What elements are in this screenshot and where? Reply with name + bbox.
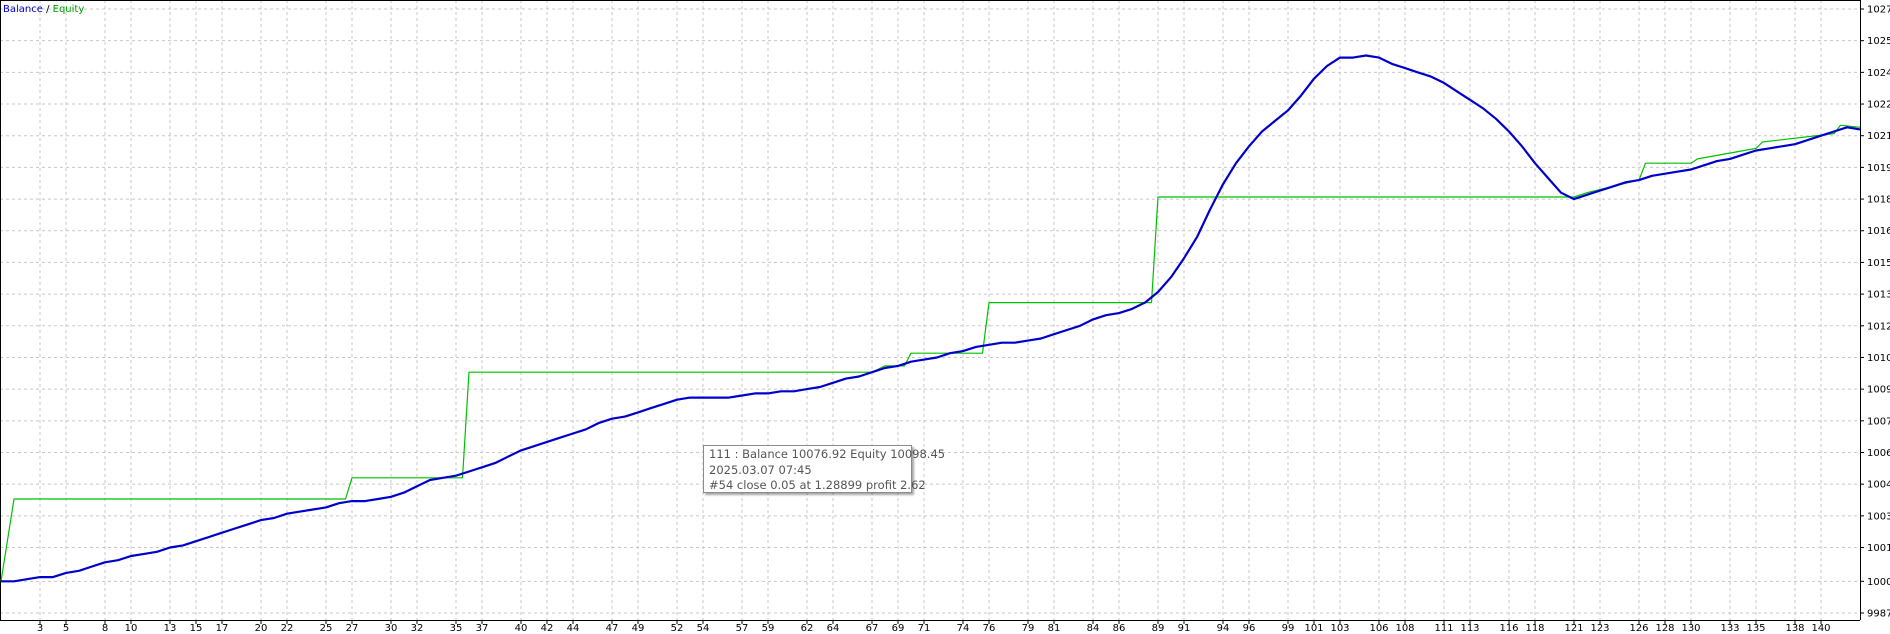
x-tick-label: 67 [866,623,879,634]
x-tick-label: 103 [1330,623,1349,634]
x-tick-label: 35 [450,623,463,634]
y-tick-label: 10078 [1867,416,1890,427]
y-tick-label: 10018 [1867,543,1890,554]
y-tick-label: 10153 [1867,258,1890,269]
x-tick-label: 74 [957,623,970,634]
x-tick-label: 126 [1629,623,1648,634]
legend-separator: / [42,4,53,15]
y-tick-label: 10093 [1867,385,1890,396]
x-tick-label: 138 [1785,623,1804,634]
x-tick-label: 52 [671,623,684,634]
x-tick-label: 81 [1048,623,1061,634]
legend-equity: Equity [52,4,85,15]
trade-tooltip: 111 : Balance 10076.92 Equity 10098.45 2… [703,445,946,493]
x-tick-label: 123 [1590,623,1609,634]
x-tick-label: 59 [762,623,775,634]
y-tick-label: 10033 [1867,511,1890,522]
x-axis-ticks: 3 5 8 10 13 15 17 20 22 25 27 30 32 35 37 40 42 44 47 49 52 5… [37,620,1831,634]
x-tick-label: 71 [918,623,931,634]
equity-chart: 1027310258102431022810213101981018310168… [0,0,1890,634]
x-tick-label: 15 [190,623,203,634]
x-tick-label: 89 [1152,623,1165,634]
x-tick-label: 116 [1499,623,1518,634]
x-tick-label: 140 [1811,623,1830,634]
x-tick-label: 27 [346,623,359,634]
x-tick-label: 108 [1395,623,1414,634]
equity-series-line [0,124,1861,582]
grid [0,0,1860,620]
y-tick-label: 10048 [1867,480,1890,491]
chart-legend: Balance / Equity [3,4,84,15]
x-tick-label: 121 [1564,623,1583,634]
x-tick-label: 96 [1243,623,1256,634]
axes [0,0,1861,621]
balance-series-line [1,54,1861,583]
x-tick-label: 133 [1720,623,1739,634]
x-tick-label: 13 [164,623,177,634]
x-tick-label: 40 [515,623,528,634]
y-tick-label: 10123 [1867,321,1890,332]
x-tick-label: 130 [1681,623,1700,634]
y-tick-label: 10183 [1867,195,1890,206]
x-tick-label: 128 [1655,623,1674,634]
x-tick-label: 42 [541,623,554,634]
x-tick-label: 76 [983,623,996,634]
x-tick-label: 47 [606,623,619,634]
y-tick-label: 10108 [1867,353,1890,364]
x-tick-label: 10 [125,623,138,634]
x-tick-label: 62 [801,623,814,634]
y-tick-label: 10228 [1867,100,1890,111]
y-axis-ticks: 10273 10258 10243 10228 10213 10198 10183 10168… [1860,5,1890,620]
x-tick-label: 30 [385,623,398,634]
x-tick-label: 25 [320,623,333,634]
x-tick-label: 57 [736,623,749,634]
y-tick-label: 10198 [1867,163,1890,174]
y-tick-label: 10002 [1867,577,1890,588]
x-tick-label: 79 [1022,623,1035,634]
x-tick-label: 94 [1217,623,1230,634]
y-tick-label: 10258 [1867,36,1890,47]
x-tick-label: 106 [1369,623,1388,634]
y-tick-label: 10138 [1867,290,1890,301]
y-tick-label: 10213 [1867,131,1890,142]
x-tick-label: 54 [697,623,710,634]
x-tick-label: 37 [476,623,489,634]
x-tick-label: 8 [102,623,108,634]
x-tick-label: 3 [37,623,43,634]
x-tick-label: 64 [827,623,840,634]
x-tick-label: 113 [1460,623,1479,634]
y-tick-label: 9987 [1867,609,1890,620]
x-tick-label: 49 [632,623,645,634]
x-tick-label: 5 [63,623,69,634]
x-tick-label: 69 [892,623,905,634]
x-tick-label: 99 [1282,623,1295,634]
x-tick-label: 22 [281,623,294,634]
x-tick-label: 17 [216,623,229,634]
x-tick-label: 101 [1304,623,1323,634]
y-tick-label: 10168 [1867,226,1890,237]
x-tick-label: 135 [1746,623,1765,634]
x-tick-label: 20 [255,623,268,634]
x-tick-label: 91 [1178,623,1191,634]
tooltip-trade-line: #54 close 0.05 at 1.28899 profit 2.62 [709,478,926,492]
y-tick-label: 10273 [1867,5,1890,16]
x-tick-label: 44 [567,623,580,634]
x-tick-label: 118 [1525,623,1544,634]
y-tick-label: 10063 [1867,448,1890,459]
tooltip-balance-line: 111 : Balance 10076.92 Equity 10098.45 [709,447,946,461]
legend-balance: Balance [3,4,43,15]
x-tick-label: 84 [1087,623,1100,634]
y-tick-label: 10243 [1867,68,1890,79]
series-lines [0,54,1861,583]
x-tick-label: 111 [1434,623,1453,634]
x-tick-label: 86 [1113,623,1126,634]
x-tick-label: 32 [411,623,424,634]
tooltip-date-line: 2025.03.07 07:45 [709,462,812,477]
